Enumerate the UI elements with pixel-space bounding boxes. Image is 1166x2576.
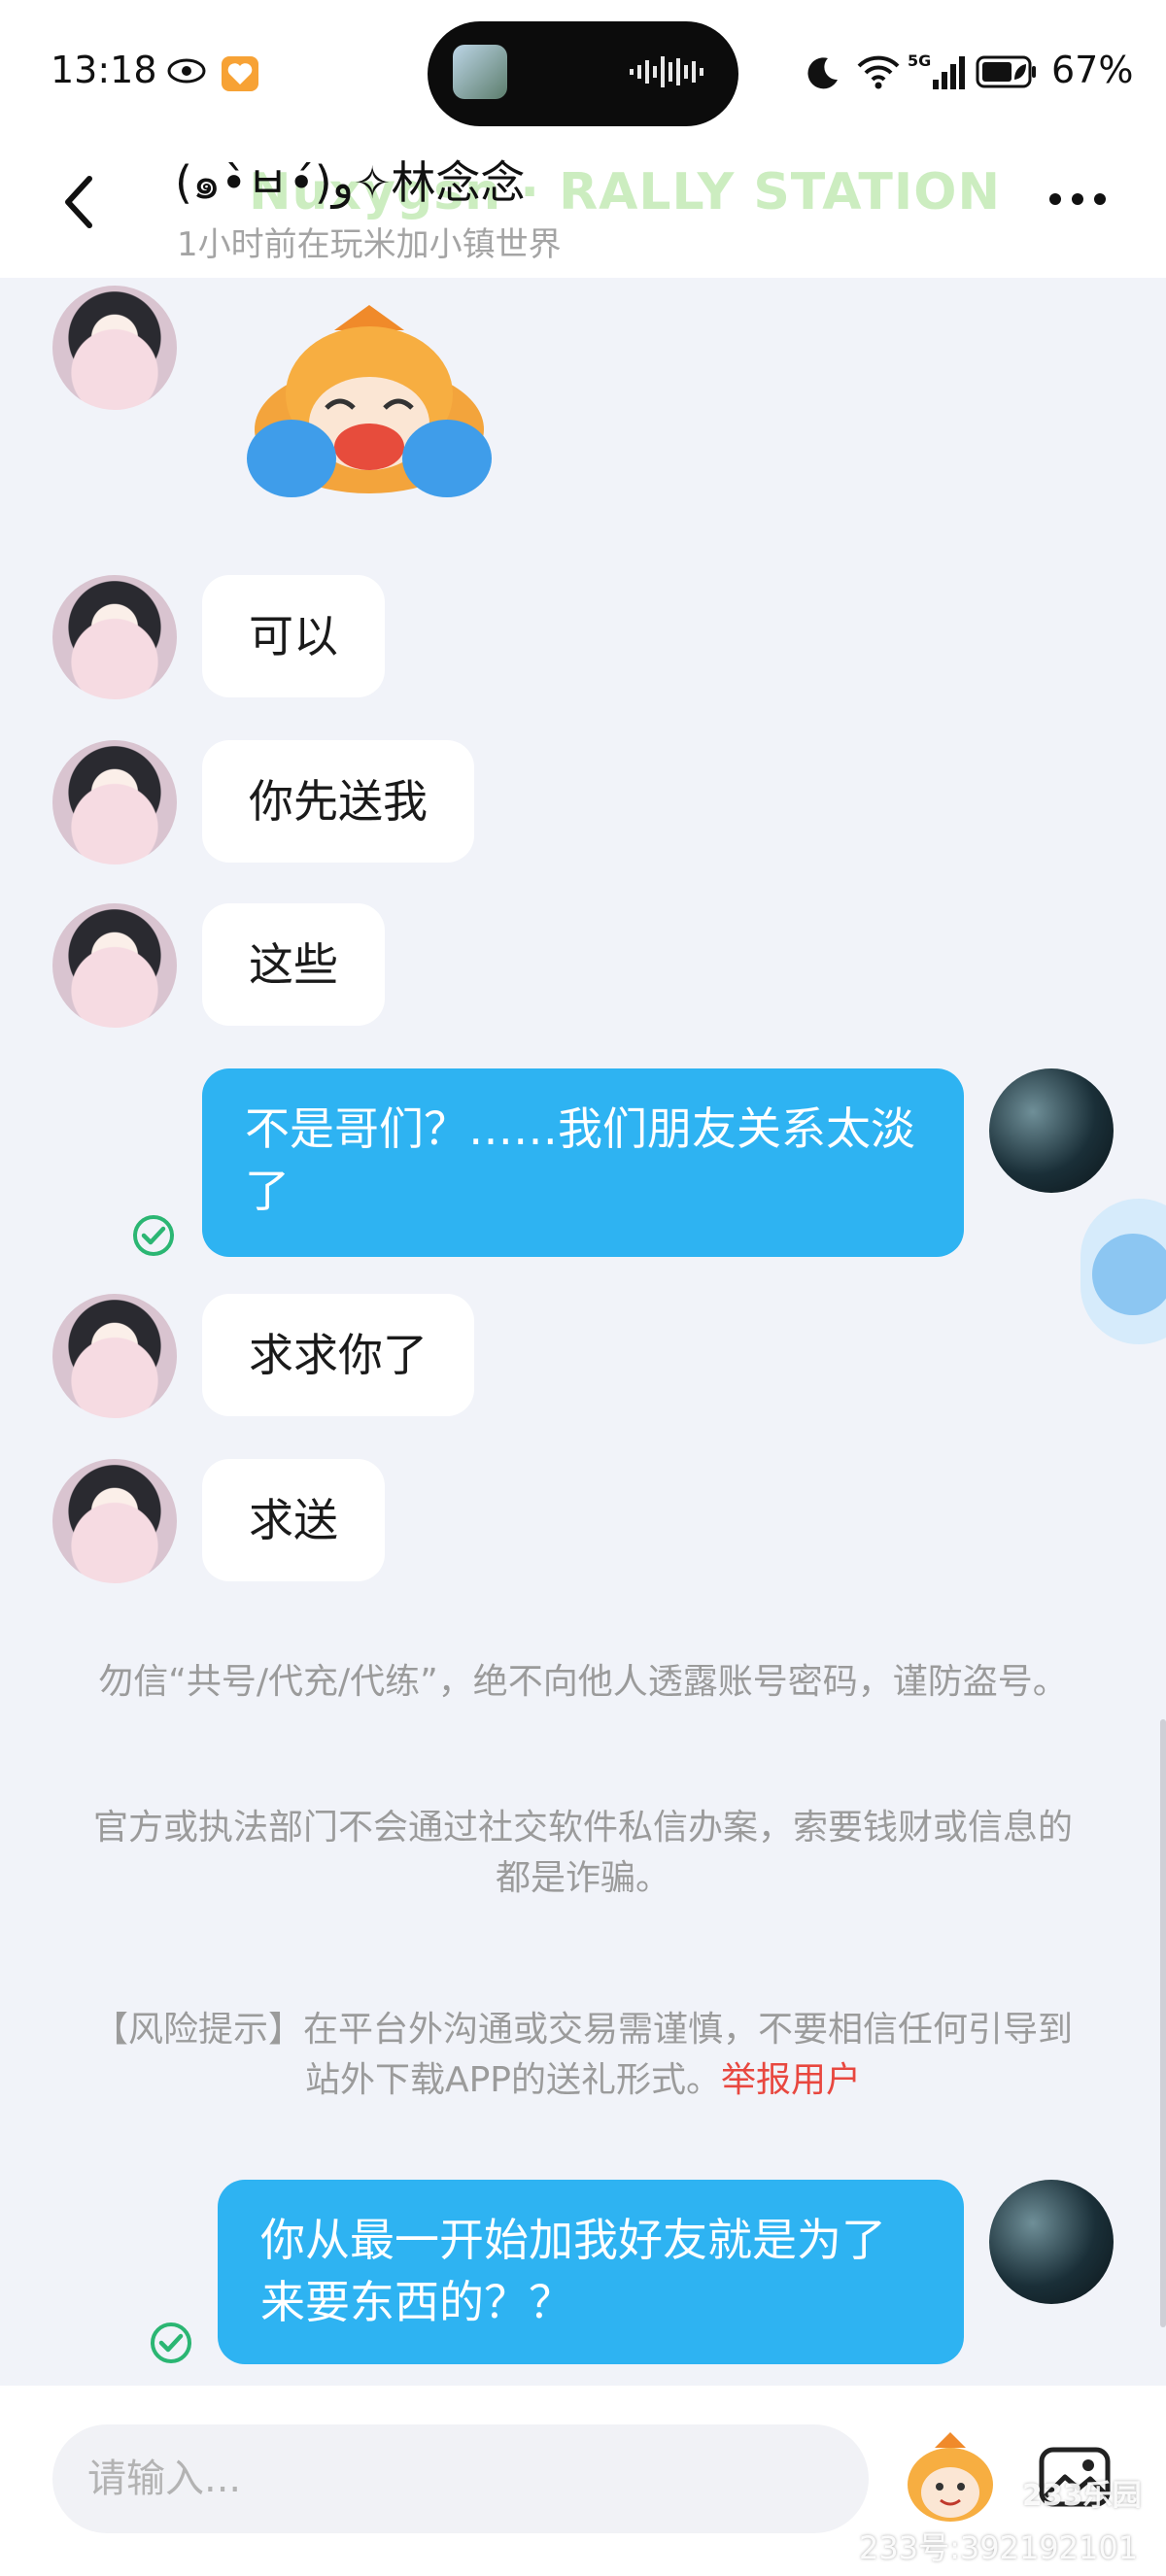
avatar[interactable] <box>52 903 177 1028</box>
message-bubble-incoming[interactable]: 求送 <box>202 1459 385 1581</box>
message-bubble-outgoing[interactable]: 不是哥们？……我们朋友关系太淡了 <box>202 1068 964 1257</box>
message-bubble-incoming[interactable]: 你先送我 <box>202 740 474 863</box>
my-avatar[interactable] <box>989 2180 1114 2304</box>
contact-name[interactable]: (๑•̀ㅂ•́)و✧林念念 <box>175 148 525 219</box>
signal-icon: 5G <box>908 51 965 89</box>
audio-wave-icon <box>630 56 703 87</box>
risk-notice: 【风险提示】在平台外沟通或交易需谨慎，不要相信任何引导到站外下载APP的送礼形式… <box>78 2005 1088 2106</box>
health-app-icon <box>222 56 258 91</box>
platform-logo-watermark: 233乐园 <box>1022 2479 1142 2513</box>
message-bubble-incoming[interactable]: 这些 <box>202 903 385 1026</box>
avatar[interactable] <box>52 286 177 410</box>
avatar[interactable] <box>52 740 177 864</box>
floating-button-icon <box>1092 1234 1166 1315</box>
contact-activity: 1小时前在玩米加小镇世界 <box>177 225 562 264</box>
wifi-icon <box>857 55 900 89</box>
message-input[interactable] <box>52 2424 869 2533</box>
fraud-notice: 官方或执法部门不会通过社交软件私信办案，索要钱财或信息的都是诈骗。 <box>92 1808 1073 1898</box>
message-bubble-outgoing[interactable]: 你从最一开始加我好友就是为了来要东西的？？ <box>218 2180 964 2364</box>
emoji-sticker-icon[interactable] <box>904 2428 997 2525</box>
message-bubble-incoming[interactable]: 求求你了 <box>202 1294 474 1416</box>
security-notice: 勿信“共号/代充/代练”，绝不向他人透露账号密码，谨防盗号。 <box>98 1662 1068 1702</box>
status-time: 13:18 <box>51 49 157 91</box>
message-bubble-incoming[interactable]: 可以 <box>202 575 385 697</box>
avatar[interactable] <box>52 1459 177 1583</box>
battery-icon <box>976 55 1036 88</box>
report-user-link[interactable]: 举报用户 <box>721 2060 861 2100</box>
avatar[interactable] <box>52 1294 177 1418</box>
crying-sticker-image <box>247 305 492 497</box>
user-id-watermark: 233号:392192101 <box>859 2529 1139 2566</box>
more-options-icon[interactable] <box>1047 185 1108 214</box>
svg-text:5G: 5G <box>908 51 931 70</box>
back-arrow-icon[interactable] <box>60 173 99 231</box>
read-check-icon <box>133 1215 174 1256</box>
my-avatar[interactable] <box>989 1068 1114 1193</box>
risk-notice-text: 【风险提示】在平台外沟通或交易需谨慎，不要相信任何引导到站外下载APP的送礼形式… <box>92 2010 1073 2100</box>
media-thumbnail <box>453 45 507 99</box>
eye-icon <box>167 58 206 84</box>
moon-icon <box>807 57 838 89</box>
scrollbar[interactable] <box>1160 1719 1166 2327</box>
battery-percent: 67% <box>1051 49 1134 91</box>
avatar[interactable] <box>52 575 177 699</box>
read-check-icon <box>151 2322 191 2363</box>
